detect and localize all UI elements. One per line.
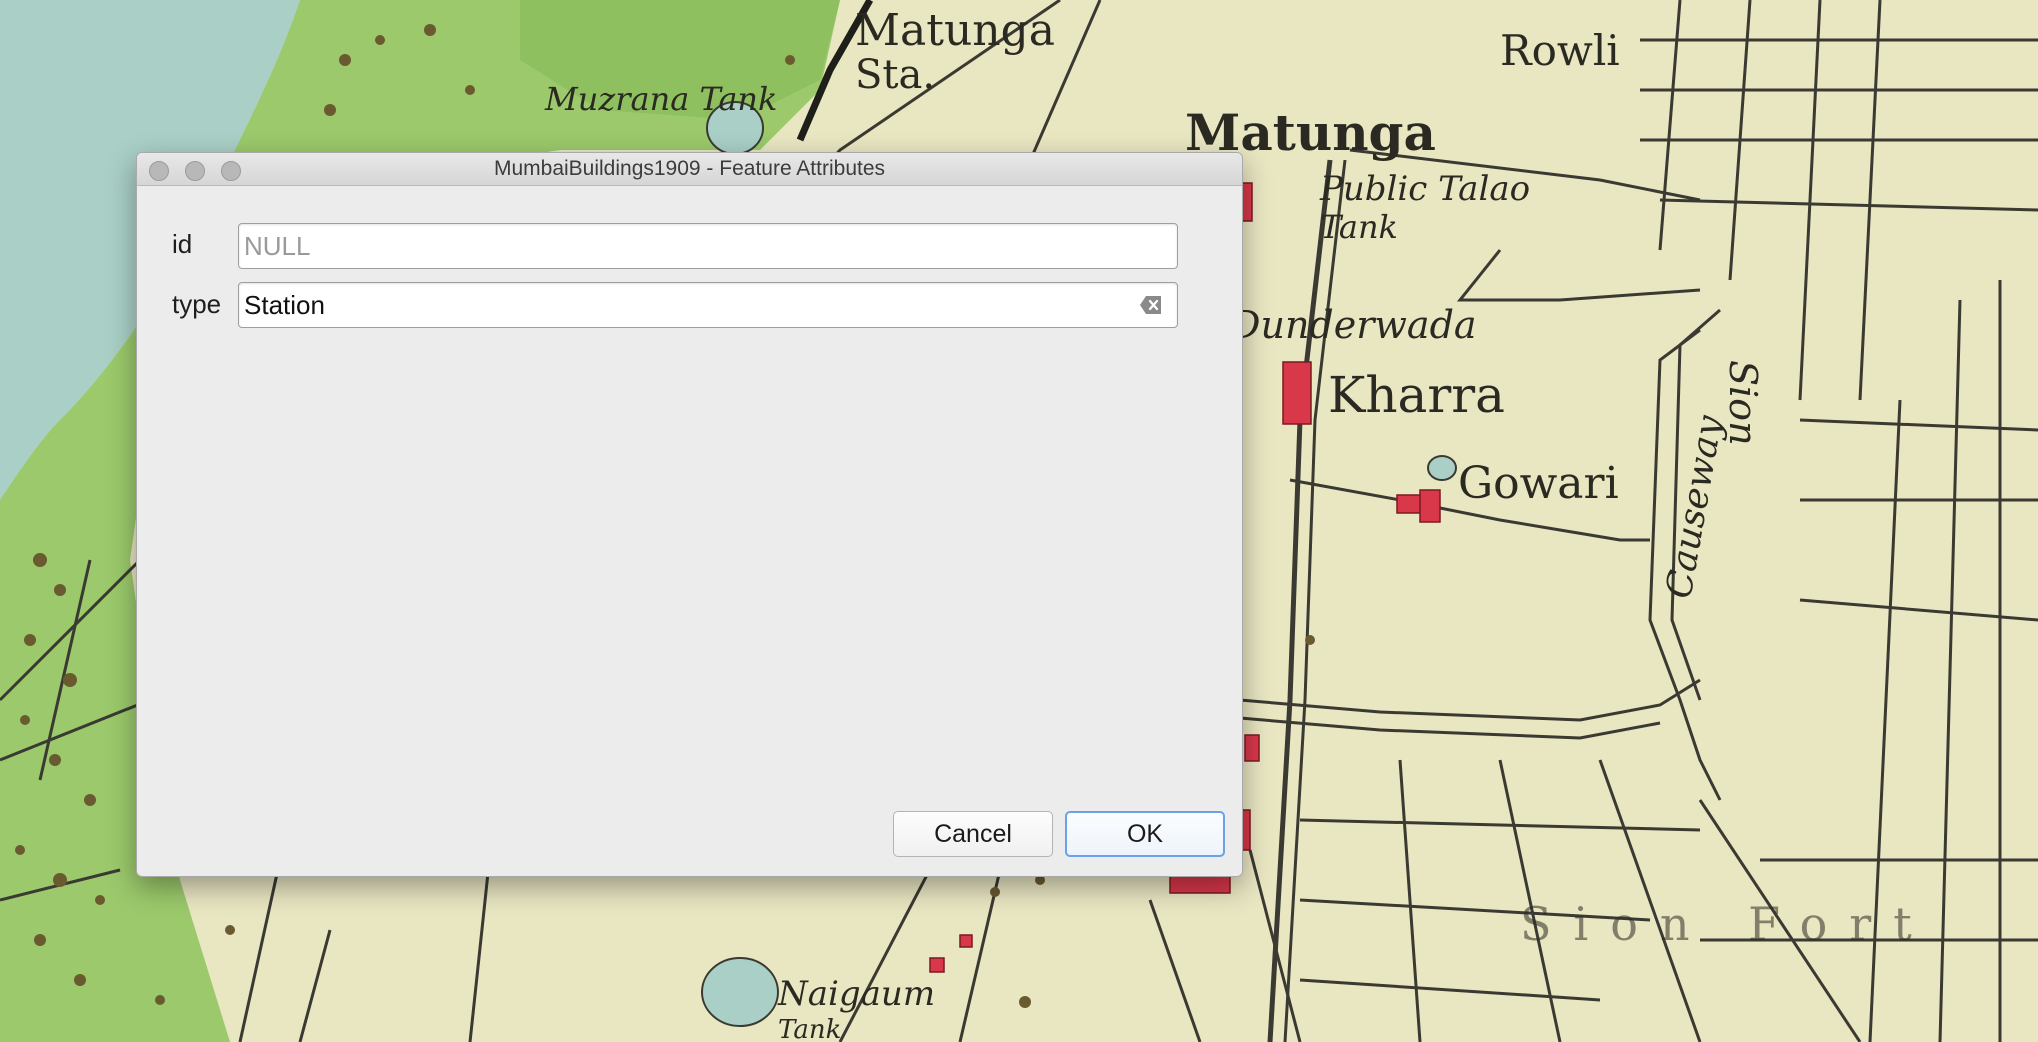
map-label: Sta. xyxy=(855,52,935,98)
map-label: Sion Fort xyxy=(1520,897,1934,951)
type-field-value: Station xyxy=(244,290,325,320)
map-label: Kharra xyxy=(1328,366,1505,424)
dialog-titlebar[interactable]: MumbaiBuildings1909 - Feature Attributes xyxy=(137,153,1242,186)
tank-water xyxy=(701,957,779,1027)
clear-icon[interactable] xyxy=(1139,294,1163,316)
window-close-button[interactable] xyxy=(149,161,169,181)
tank-water xyxy=(1427,455,1457,481)
map-label: Matunga xyxy=(855,5,1055,56)
map-label: Dunderwada xyxy=(1229,303,1477,347)
id-label: id xyxy=(172,229,193,259)
map-label: Gowari xyxy=(1458,458,1619,509)
dialog-title: MumbaiBuildings1909 - Feature Attributes xyxy=(493,157,886,180)
map-label: Naigaum xyxy=(777,974,935,1014)
ok-button[interactable]: OK xyxy=(1065,811,1225,857)
map-label: Muzrana Tank xyxy=(544,80,777,118)
map-label: Rowli xyxy=(1500,26,1620,75)
type-field[interactable]: Station xyxy=(238,282,1178,328)
map-canvas[interactable]: Matunga Sta. Matunga Rowli Public Talao … xyxy=(0,0,2038,1042)
map-label: Tank xyxy=(1320,208,1398,246)
map-label: Public Talao xyxy=(1319,169,1530,209)
id-field[interactable]: NULL xyxy=(238,223,1178,269)
feature-attributes-dialog[interactable]: MumbaiBuildings1909 - Feature Attributes… xyxy=(136,152,1243,877)
type-label: type xyxy=(172,289,222,319)
map-label: Tank xyxy=(778,1015,841,1042)
window-minimize-button[interactable] xyxy=(185,161,205,181)
id-field-placeholder: NULL xyxy=(244,231,311,261)
window-zoom-button[interactable] xyxy=(221,161,241,181)
cancel-button[interactable]: Cancel xyxy=(893,811,1053,857)
